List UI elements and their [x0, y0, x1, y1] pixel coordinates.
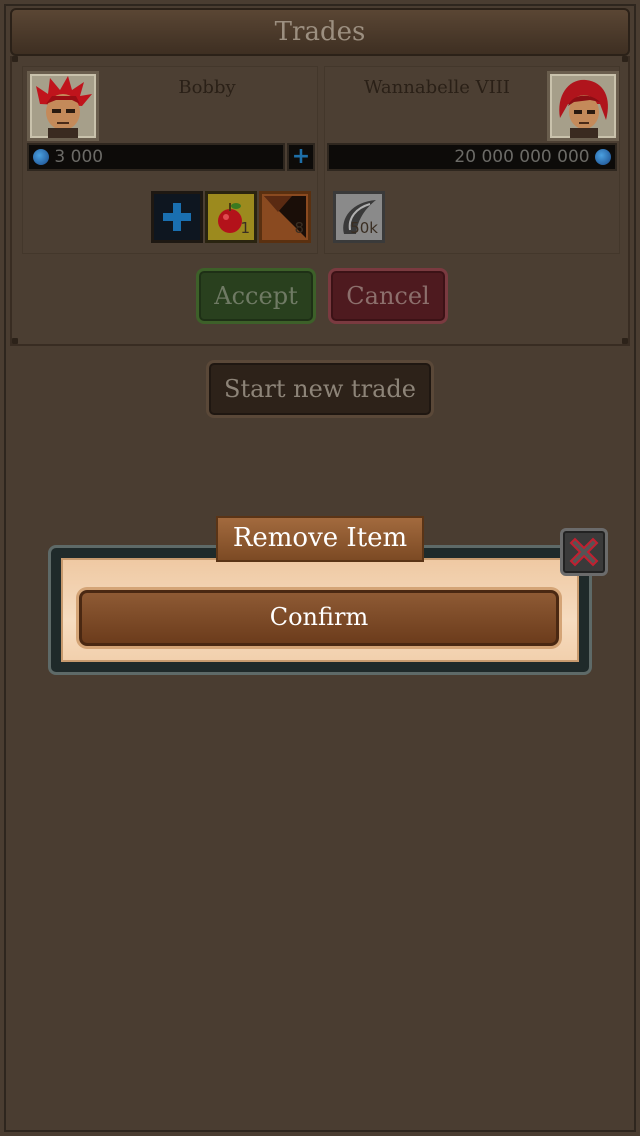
dialog-panel: Confirm [61, 558, 579, 662]
page-title: Trades [10, 8, 630, 56]
add-item-slot[interactable] [151, 191, 203, 243]
item-slot-claw[interactable]: 50k [333, 191, 385, 243]
remove-item-dialog: Confirm [48, 545, 592, 675]
close-x-icon [569, 537, 599, 567]
close-dialog-button[interactable] [560, 528, 608, 576]
item-quantity: 1 [240, 219, 250, 237]
right-player-offer: Wannabelle VIII 20 000 000 000 50k [324, 66, 620, 254]
right-gold-amount: 20 000 000 000 [327, 143, 617, 171]
left-player-avatar [27, 71, 99, 141]
add-gold-button[interactable]: + [287, 143, 315, 171]
plus-icon [163, 203, 191, 231]
left-gold-amount: 3 000 [27, 143, 285, 171]
gold-coin-icon [595, 149, 611, 165]
corner-rivet [622, 338, 628, 344]
cancel-button[interactable]: Cancel [328, 268, 448, 324]
start-new-trade-button[interactable]: Start new trade [206, 360, 434, 418]
item-slot-apple[interactable]: 1 [205, 191, 257, 243]
red-haired-hero-avatar-icon [36, 76, 92, 138]
corner-rivet [12, 338, 18, 344]
corner-rivet [622, 56, 628, 62]
accept-button[interactable]: Accept [196, 268, 316, 324]
red-haired-heroine-avatar-icon [559, 79, 608, 138]
item-quantity: 8 [294, 219, 304, 237]
right-player-name: Wannabelle VIII [364, 77, 510, 98]
item-quantity: 50k [350, 219, 378, 237]
dialog-title: Remove Item [216, 516, 424, 562]
left-gold-value: 3 000 [54, 147, 104, 167]
gold-coin-icon [33, 149, 49, 165]
corner-rivet [12, 56, 18, 62]
trade-panel: Bobby 3 000 + 1 8 Wannabelle VIII 20 000… [10, 56, 630, 346]
left-player-name: Bobby [178, 77, 236, 98]
left-player-offer: Bobby 3 000 + 1 8 [22, 66, 318, 254]
confirm-button[interactable]: Confirm [79, 590, 559, 646]
item-slot-leather[interactable]: 8 [259, 191, 311, 243]
right-gold-value: 20 000 000 000 [454, 147, 590, 167]
right-player-avatar [547, 71, 619, 141]
